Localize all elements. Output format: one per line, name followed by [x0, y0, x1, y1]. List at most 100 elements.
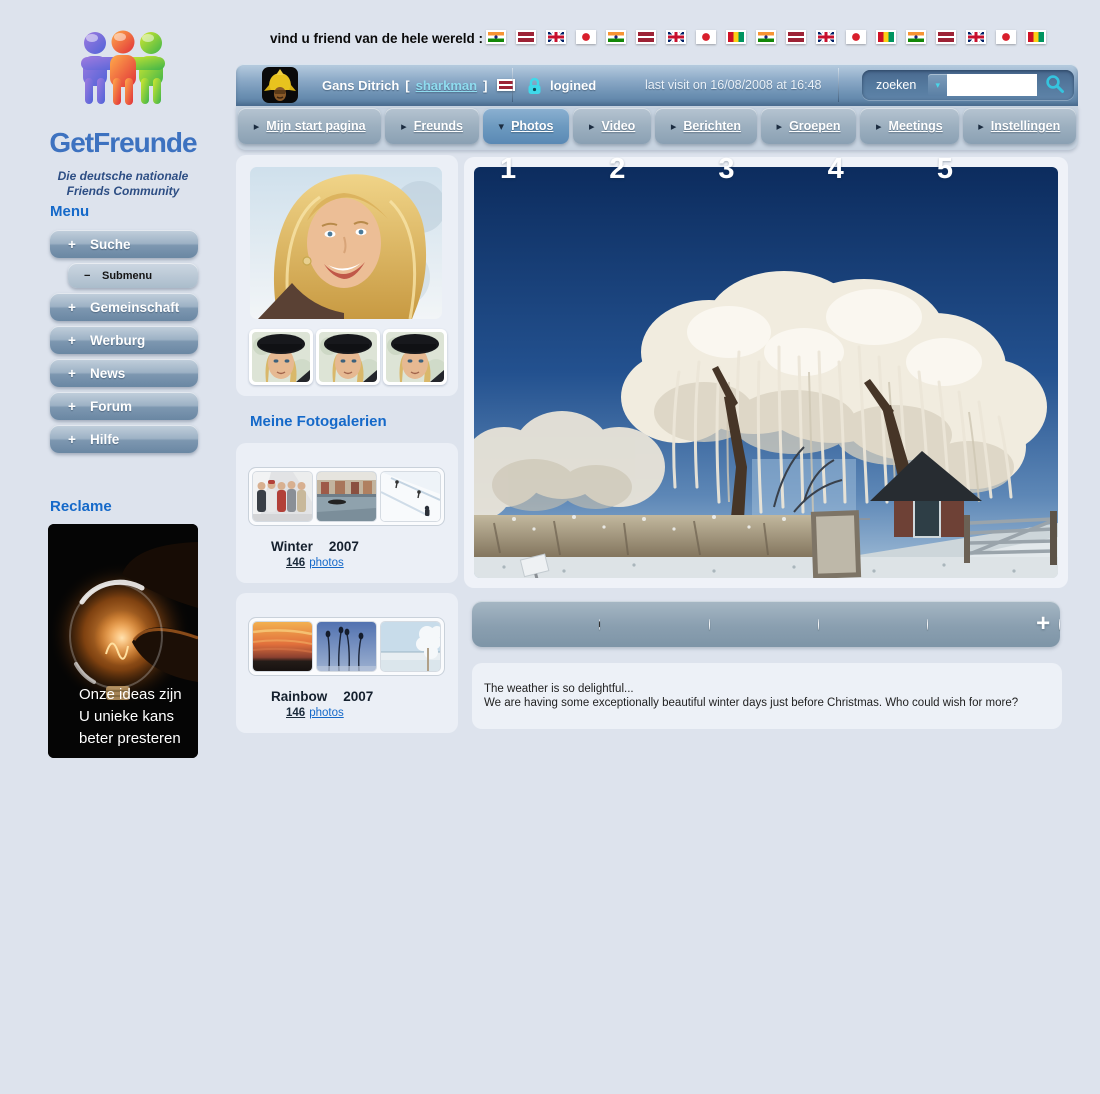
flag-icon[interactable] — [966, 30, 986, 44]
flag-icon[interactable] — [666, 30, 686, 44]
divider — [838, 68, 839, 102]
profile-thumb-1[interactable] — [249, 329, 313, 385]
chevron-right-icon — [978, 117, 984, 135]
logo-title[interactable]: GetFreunde — [40, 127, 206, 159]
menu-heading: Menu — [50, 203, 89, 220]
page-number-1[interactable]: 1 — [500, 155, 590, 1094]
page-number-3[interactable]: 3 — [718, 155, 808, 1094]
gallery-photos-link[interactable]: 146photos — [286, 557, 344, 569]
username-link[interactable]: sharkman — [416, 78, 477, 93]
search-button[interactable] — [1043, 73, 1067, 97]
gallery-thumb-frozen-plants[interactable] — [317, 622, 376, 671]
more-pages-button[interactable]: + — [1036, 612, 1050, 636]
expand-icon: + — [68, 399, 82, 414]
chevron-right-icon — [254, 117, 260, 135]
chevron-down-icon — [499, 117, 505, 135]
pager-dot — [1059, 619, 1060, 630]
profile-thumbnails — [249, 329, 447, 385]
caption-line-2: We are having some exceptionally beautif… — [484, 697, 1050, 711]
flag-icon[interactable] — [606, 30, 626, 44]
gallery-thumb-sunset[interactable] — [253, 622, 312, 671]
tab-instellingen[interactable]: Instellingen — [963, 108, 1077, 144]
page-number-4[interactable]: 4 — [828, 155, 918, 1094]
gallery-card-winter: Winter2007 146photos — [236, 443, 458, 583]
getfreunde-people-icon — [75, 26, 171, 120]
page-number-2[interactable]: 2 — [609, 155, 699, 1094]
world-flags-row — [486, 30, 1046, 44]
gallery-photos-link[interactable]: 146photos — [286, 707, 344, 719]
profile-thumb-3[interactable] — [383, 329, 447, 385]
chevron-right-icon — [876, 117, 882, 135]
flag-icon[interactable] — [576, 30, 596, 44]
flag-icon[interactable] — [846, 30, 866, 44]
flag-icon[interactable] — [816, 30, 836, 44]
search-bar: zoeken ▾ — [862, 70, 1074, 100]
sidebar-item-news[interactable]: +News — [50, 359, 198, 387]
chevron-right-icon — [777, 117, 783, 135]
flag-icon[interactable] — [876, 30, 896, 44]
user-avatar[interactable] — [262, 67, 298, 103]
sidebar-item-suche[interactable]: +Suche — [50, 230, 198, 258]
lock-icon — [527, 76, 542, 95]
gallery-thumb-canal-city[interactable] — [317, 472, 376, 521]
profile-thumb-2[interactable] — [316, 329, 380, 385]
flag-icon[interactable] — [726, 30, 746, 44]
gallery-thumb-frost-tree[interactable] — [381, 622, 440, 671]
tab-mijn-start-pagina[interactable]: Mijn start pagina — [238, 108, 381, 144]
flag-icon[interactable] — [546, 30, 566, 44]
tab-berichten[interactable]: Berichten — [655, 108, 757, 144]
samurai-avatar-icon — [262, 67, 298, 103]
tab-video[interactable]: Video — [573, 108, 651, 144]
tab-freunds[interactable]: Freunds — [385, 108, 478, 144]
flag-icon[interactable] — [696, 30, 716, 44]
sidebar-item-forum[interactable]: +Forum — [50, 392, 198, 420]
flag-icon[interactable] — [636, 30, 656, 44]
tab-meetings[interactable]: Meetings — [860, 108, 958, 144]
photo-caption-panel: The weather is so delightful... We are h… — [472, 663, 1062, 729]
tab-photos[interactable]: Photos — [483, 108, 569, 144]
chevron-right-icon — [589, 117, 595, 135]
photo-pagination: 1 2 3 4 5 + — [472, 601, 1060, 647]
world-bar-label: vind u friend van de hele wereld : — [270, 31, 483, 46]
login-status-label: logined — [550, 78, 596, 93]
flag-icon[interactable] — [786, 30, 806, 44]
flag-icon[interactable] — [936, 30, 956, 44]
profile-photo-image — [250, 167, 442, 319]
sidebar-item-werburg[interactable]: +Werburg — [50, 326, 198, 354]
gallery-thumbs-strip — [248, 467, 445, 526]
divider — [512, 68, 513, 102]
page-number-5[interactable]: 5 — [937, 155, 1027, 1094]
chevron-right-icon — [401, 117, 407, 135]
pager-dot-active — [599, 619, 600, 630]
search-input[interactable] — [947, 74, 1037, 96]
flag-icon[interactable] — [486, 30, 506, 44]
user-name: Gans Ditrich — [322, 78, 399, 93]
flag-icon[interactable] — [756, 30, 776, 44]
collapse-icon: − — [84, 270, 98, 282]
sidebar-item-submenu[interactable]: −Submenu — [68, 263, 198, 288]
expand-icon: + — [68, 432, 82, 447]
gallery-thumb-group-photo[interactable] — [253, 472, 312, 521]
flag-icon[interactable] — [906, 30, 926, 44]
tab-groepen[interactable]: Groepen — [761, 108, 856, 144]
logo[interactable]: GetFreunde Die deutsche nationale Friend… — [40, 26, 206, 199]
gallery-title: Rainbow2007 — [271, 689, 373, 704]
galleries-heading: Meine Fotogalerien — [250, 413, 387, 430]
logo-tagline: Die deutsche nationale Friends Community — [40, 169, 206, 199]
pager-dot — [709, 619, 710, 630]
flag-icon[interactable] — [516, 30, 536, 44]
sidebar-item-gemeinschaft[interactable]: +Gemeinschaft — [50, 293, 198, 321]
login-status: logined — [527, 64, 596, 106]
search-icon — [1045, 74, 1065, 94]
expand-icon: + — [68, 333, 82, 348]
sidebar-item-hilfe[interactable]: +Hilfe — [50, 425, 198, 453]
sidebar-menu: +Suche −Submenu +Gemeinschaft +Werburg +… — [50, 230, 198, 453]
search-scope-dropdown[interactable]: ▾ — [928, 74, 947, 96]
user-bar: Gans Ditrich [ sharkman ] logined last v… — [236, 64, 1078, 106]
profile-photo[interactable] — [250, 167, 442, 319]
chevron-right-icon — [671, 117, 677, 135]
flag-icon[interactable] — [996, 30, 1016, 44]
gallery-thumb-ski-slope[interactable] — [381, 472, 440, 521]
advertisement[interactable]: Onze ideas zijn U unieke kans beter pres… — [48, 524, 198, 758]
flag-icon[interactable] — [1026, 30, 1046, 44]
